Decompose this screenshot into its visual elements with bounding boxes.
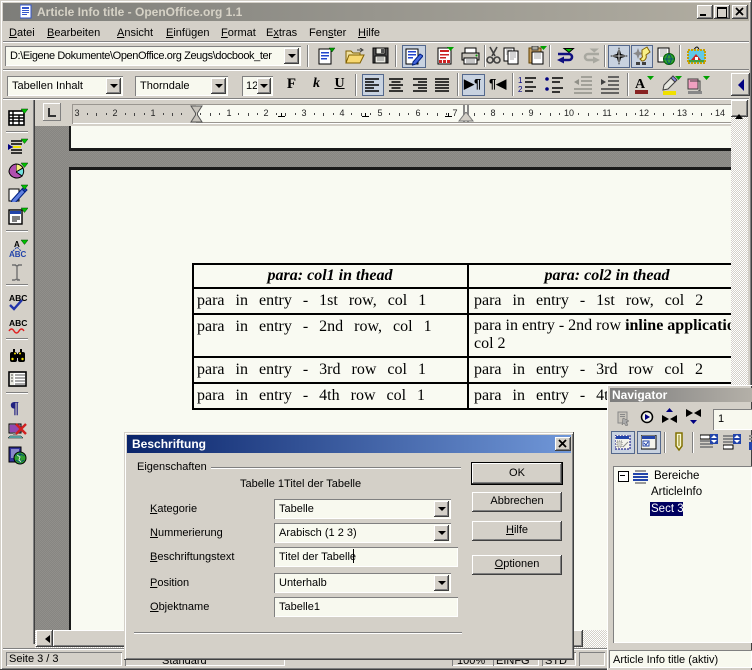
svg-text:ABC: ABC [9, 318, 27, 328]
svg-text:ABC: ABC [9, 250, 27, 258]
svg-text:A: A [635, 77, 646, 92]
svg-text:1: 1 [518, 76, 523, 85]
svg-text:ABC: ABC [9, 293, 27, 303]
svg-text:2: 2 [518, 85, 523, 94]
